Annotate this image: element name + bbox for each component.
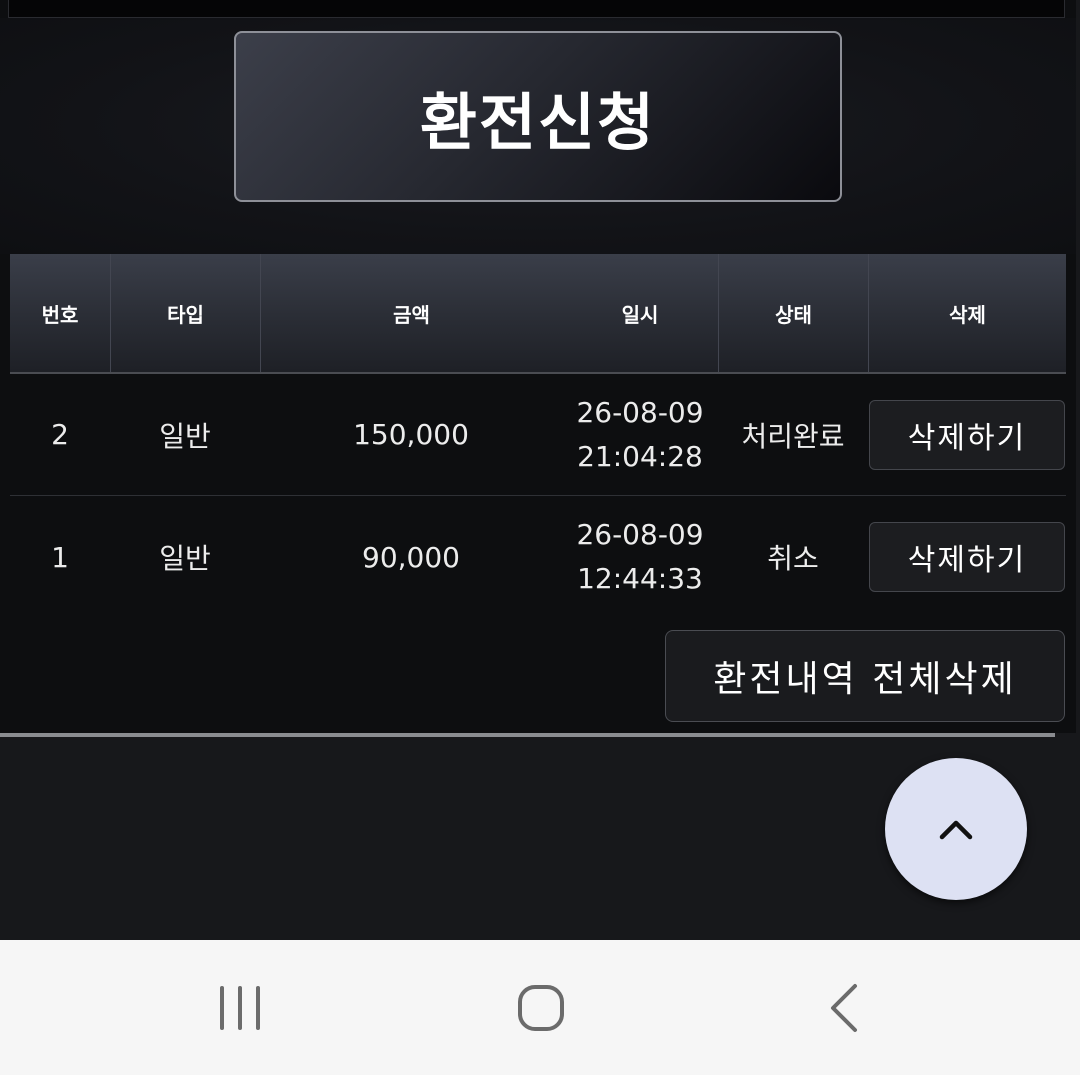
row-time: 21:04:28 [577,439,703,473]
exchange-apply-button[interactable]: 환전신청 [234,31,842,202]
chevron-up-icon [939,820,973,840]
exchange-history-table: 번호 타입 금액 일시 상태 삭제 2 일반 150,000 26-08-09 … [10,254,1066,618]
page: 환전신청 번호 타입 금액 일시 상태 삭제 2 일반 150,000 26-0… [0,0,1080,1075]
row-number: 1 [51,540,69,574]
row-status: 취소 [767,542,819,575]
column-header-status: 상태 [718,254,868,372]
row-datetime: 26-08-09 12:44:33 [562,496,718,618]
row-date: 26-08-09 [576,395,704,429]
column-header-type: 타입 [110,254,260,372]
row-number: 2 [51,418,69,451]
row-status: 처리완료 [741,419,845,453]
row-amount: 150,000 [353,418,469,451]
row-type: 일반 [159,419,211,453]
row-datetime: 26-08-09 21:04:28 [562,374,718,495]
system-navigation-bar [0,940,1080,1075]
column-header-datetime: 일시 [621,302,659,327]
row-time: 12:44:33 [577,562,703,595]
recent-apps-icon [220,985,260,1030]
delete-all-history-button[interactable]: 환전내역 전체삭제 [665,630,1065,722]
row-delete-cell: 삭제하기 [868,496,1066,618]
row-delete-cell: 삭제하기 [868,374,1066,495]
delete-row-button[interactable]: 삭제하기 [869,522,1065,592]
scroll-to-top-button[interactable] [885,758,1027,900]
row-date: 26-08-09 [576,518,704,551]
content-panel: 환전신청 번호 타입 금액 일시 상태 삭제 2 일반 150,000 26-0… [0,0,1076,733]
table-row: 2 일반 150,000 26-08-09 21:04:28 처리완료 삭제하기 [10,374,1066,496]
back-icon [831,983,857,1032]
recent-apps-button[interactable] [180,940,300,1075]
row-amount: 90,000 [362,540,460,574]
delete-row-button[interactable]: 삭제하기 [869,399,1065,470]
table-header: 번호 타입 금액 일시 상태 삭제 [10,254,1066,374]
home-icon [518,984,564,1031]
column-header-amount: 금액 [260,254,562,372]
back-button[interactable] [784,940,904,1075]
top-bar [8,0,1065,18]
panel-bottom-border [0,733,1055,737]
home-button[interactable] [481,940,601,1075]
column-header-number: 번호 [41,302,79,327]
column-header-delete: 삭제 [868,254,1066,372]
table-row: 1 일반 90,000 26-08-09 12:44:33 취소 삭제하기 [10,496,1066,618]
row-type: 일반 [159,542,211,575]
